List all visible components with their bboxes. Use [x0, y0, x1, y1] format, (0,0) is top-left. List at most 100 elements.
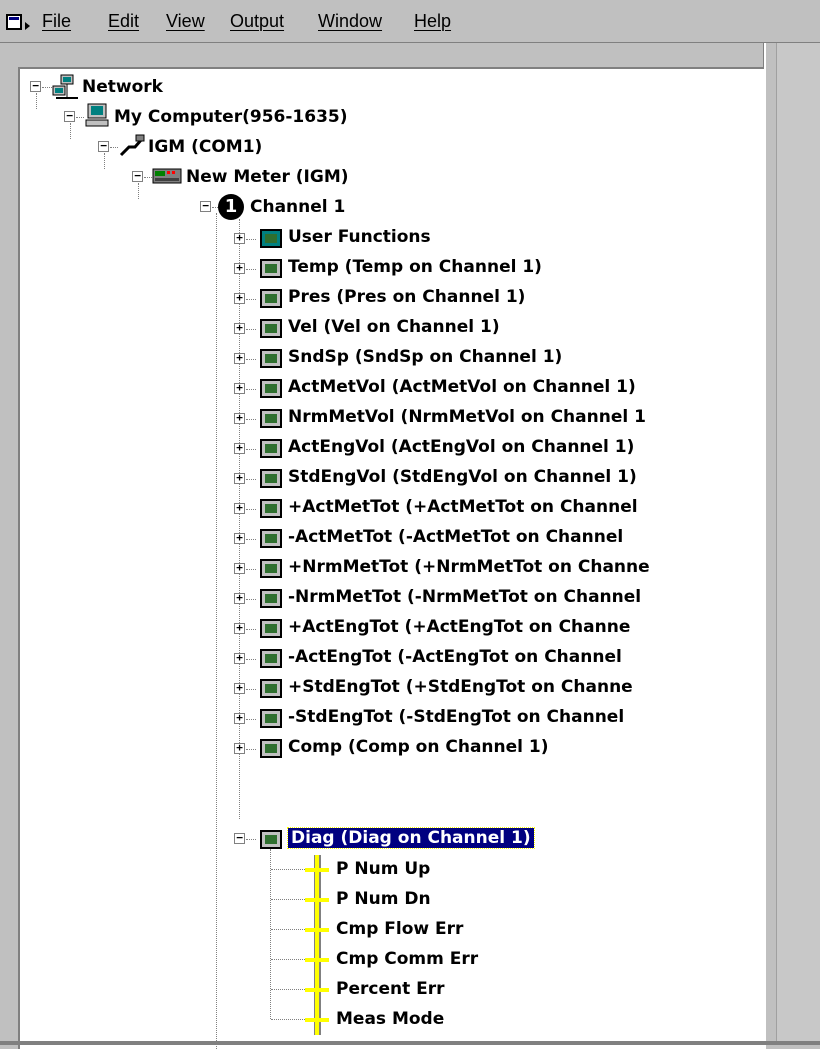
collapse-toggle[interactable]: − — [132, 170, 143, 182]
tree-connector — [76, 117, 84, 118]
expand-toggle[interactable]: + — [234, 652, 245, 664]
tree-connector — [216, 213, 217, 1049]
function-block-icon — [260, 559, 282, 578]
menu-help[interactable]: Help — [414, 11, 451, 32]
tree-item-label: NrmMetVol (NrmMetVol on Channel 1 — [288, 407, 646, 427]
collapse-toggle[interactable]: − — [64, 110, 75, 122]
menu-window[interactable]: Window — [318, 11, 382, 32]
expand-toggle[interactable]: + — [234, 322, 245, 334]
tree-item-label: Network — [82, 77, 163, 97]
signal-bar-icon — [305, 1005, 329, 1035]
serial-port-icon — [119, 134, 145, 157]
tree-connector — [246, 389, 256, 390]
tree-item-label: New Meter (IGM) — [186, 167, 349, 187]
expand-toggle[interactable]: + — [234, 502, 245, 514]
expand-toggle[interactable]: + — [234, 682, 245, 694]
function-block-icon — [260, 529, 282, 548]
tree-connector — [246, 269, 256, 270]
meter-icon — [152, 168, 182, 184]
tree-item-label: Percent Err — [336, 979, 445, 999]
function-block-icon — [260, 259, 282, 278]
expand-toggle[interactable]: + — [234, 442, 245, 454]
function-block-icon — [260, 469, 282, 488]
expand-toggle[interactable]: + — [234, 622, 245, 634]
function-block-icon — [260, 649, 282, 668]
menu-view[interactable]: View — [166, 11, 205, 32]
tree-connector — [246, 239, 256, 240]
tree-item-label: Comp (Comp on Channel 1) — [288, 737, 549, 757]
tree-connector — [271, 929, 305, 930]
expand-toggle[interactable]: + — [234, 352, 245, 364]
tree-item-label: SndSp (SndSp on Channel 1) — [288, 347, 563, 367]
tree-connector — [270, 849, 271, 1019]
tree-item-label: -NrmMetTot (-NrmMetTot on Channel — [288, 587, 642, 607]
selected-item-label: Diag (Diag on Channel 1) — [287, 827, 535, 849]
expand-toggle[interactable]: + — [234, 292, 245, 304]
tree-connector — [246, 839, 256, 840]
menu-bar: File Edit View Output Window Help — [0, 0, 820, 43]
expand-toggle[interactable]: + — [234, 532, 245, 544]
tree-connector — [246, 479, 256, 480]
function-block-icon — [260, 709, 282, 728]
tree-item-label: My Computer(956-1635) — [114, 107, 348, 127]
collapse-toggle[interactable]: − — [30, 80, 41, 92]
expand-toggle[interactable]: + — [234, 712, 245, 724]
expand-toggle[interactable]: + — [234, 562, 245, 574]
tree-item-label: Meas Mode — [336, 1009, 445, 1029]
function-block-icon — [260, 409, 282, 428]
function-block-icon — [260, 499, 282, 518]
channel-number-icon: 1 — [218, 194, 244, 220]
expand-toggle[interactable]: + — [234, 592, 245, 604]
tree-item-label: P Num Dn — [336, 889, 431, 909]
collapse-toggle[interactable]: − — [200, 200, 211, 212]
expand-toggle[interactable]: + — [234, 742, 245, 754]
expand-toggle[interactable]: + — [234, 472, 245, 484]
tree-item-label: -ActEngTot (-ActEngTot on Channel — [288, 647, 622, 667]
menu-edit[interactable]: Edit — [108, 11, 139, 32]
window-bottom-edge — [0, 1041, 820, 1045]
menu-output[interactable]: Output — [230, 11, 284, 32]
tree-connector — [246, 509, 256, 510]
function-block-icon — [260, 739, 282, 758]
tree-connector — [246, 629, 256, 630]
detail-pane-inner — [776, 43, 820, 1045]
tree-item-label: StdEngVol (StdEngVol on Channel 1) — [288, 467, 637, 487]
signal-bar-icon — [305, 915, 329, 945]
tree-connector — [271, 869, 305, 870]
tree-connector — [104, 153, 105, 169]
tree-connector — [246, 329, 256, 330]
tree-connector — [246, 599, 256, 600]
tree-item-label: -StdEngTot (-StdEngTot on Channel — [288, 707, 625, 727]
tree-connector — [246, 719, 256, 720]
tree-connector — [246, 659, 256, 660]
tree-item-label: Cmp Comm Err — [336, 949, 479, 969]
tree-item-label: +StdEngTot (+StdEngTot on Channe — [288, 677, 633, 697]
tree-connector — [42, 87, 52, 88]
collapse-toggle[interactable]: − — [234, 832, 245, 844]
tree-connector — [246, 749, 256, 750]
tree-connector — [36, 93, 37, 109]
tree-item-label: +ActMetTot (+ActMetTot on Channel — [288, 497, 638, 517]
calculator-icon — [260, 229, 282, 248]
network-tree[interactable]: − Network − My Computer(956-1635) − IGM … — [18, 67, 766, 1049]
signal-bar-icon — [305, 975, 329, 1005]
function-block-icon — [260, 679, 282, 698]
signal-bar-icon — [305, 855, 329, 885]
menu-file[interactable]: File — [42, 11, 71, 32]
signal-bar-icon — [305, 945, 329, 975]
expand-toggle[interactable]: + — [234, 412, 245, 424]
expand-toggle[interactable]: + — [234, 232, 245, 244]
tree-connector — [246, 689, 256, 690]
collapse-toggle[interactable]: − — [98, 140, 109, 152]
tree-connector — [271, 899, 305, 900]
expand-toggle[interactable]: + — [234, 262, 245, 274]
tree-connector — [246, 419, 256, 420]
tree-connector — [271, 989, 305, 990]
app-menu-icon[interactable] — [6, 12, 36, 32]
tree-connector — [246, 449, 256, 450]
tree-connector — [246, 539, 256, 540]
tree-connector — [246, 359, 256, 360]
tree-item-label: Cmp Flow Err — [336, 919, 464, 939]
tree-item-label: P Num Up — [336, 859, 431, 879]
expand-toggle[interactable]: + — [234, 382, 245, 394]
